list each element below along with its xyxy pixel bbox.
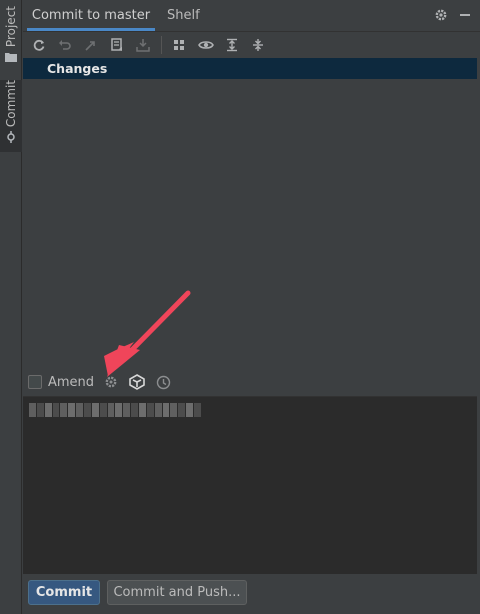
folder-icon <box>5 51 17 66</box>
commit-message-editor[interactable] <box>23 396 477 574</box>
tab-commit-to-master[interactable]: Commit to master <box>27 0 155 31</box>
commit-and-push-button[interactable]: Commit and Push... <box>107 580 247 605</box>
tool-tab-project[interactable]: Project <box>0 6 22 68</box>
tool-tab-project-label: Project <box>4 6 18 48</box>
minimize-icon[interactable] <box>458 8 472 26</box>
collapse-all-icon[interactable] <box>248 35 268 55</box>
commit-tool-window-header: Commit to master Shelf <box>23 0 480 32</box>
changes-toolbar <box>23 32 480 58</box>
blurred-commit-message <box>29 403 201 417</box>
shelve-icon[interactable] <box>133 35 153 55</box>
gear-icon[interactable] <box>434 8 448 26</box>
commit-options-bar: Amend <box>23 370 477 394</box>
commit-options-gear-icon[interactable] <box>104 375 118 389</box>
github-copilot-icon[interactable] <box>128 374 146 390</box>
tool-window-strip: Project Commit <box>0 0 22 614</box>
header-actions <box>434 8 472 26</box>
tab-shelf[interactable]: Shelf <box>167 0 200 32</box>
commit-actions: Commit Commit and Push... <box>23 574 477 614</box>
commit-button[interactable]: Commit <box>28 580 100 605</box>
refresh-icon[interactable] <box>29 35 49 55</box>
tree-node-label: Changes <box>47 61 108 76</box>
tool-tab-commit-label: Commit <box>4 80 18 128</box>
amend-checkbox[interactable] <box>28 375 42 389</box>
move-to-changelist-icon[interactable] <box>81 35 101 55</box>
commit-icon <box>5 131 17 147</box>
rollback-icon[interactable] <box>55 35 75 55</box>
tool-tab-commit[interactable]: Commit <box>0 80 22 152</box>
diff-icon[interactable] <box>107 35 127 55</box>
changes-tree[interactable]: Changes <box>23 58 477 368</box>
show-icon[interactable] <box>196 35 216 55</box>
tree-node-changes[interactable]: Changes <box>23 58 477 79</box>
toolbar-separator <box>161 36 162 54</box>
amend-label[interactable]: Amend <box>48 375 94 390</box>
history-icon[interactable] <box>156 375 171 390</box>
group-by-icon[interactable] <box>170 35 190 55</box>
expand-all-icon[interactable] <box>222 35 242 55</box>
